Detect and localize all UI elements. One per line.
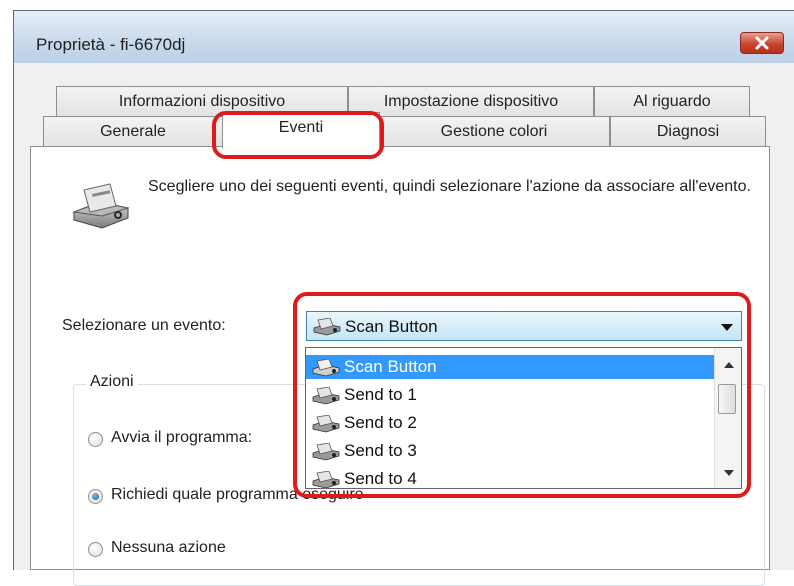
radio-avvia-programma[interactable] bbox=[88, 432, 103, 447]
radio-richiedi-programma[interactable] bbox=[88, 489, 103, 504]
dropdown-highlight bbox=[293, 292, 751, 498]
tab-gestione-colori[interactable]: Gestione colori bbox=[378, 116, 610, 146]
window-title: Proprietà - fi-6670dj bbox=[36, 35, 186, 54]
title-bar[interactable]: Proprietà - fi-6670dj bbox=[14, 11, 794, 63]
close-button[interactable] bbox=[740, 32, 784, 54]
select-event-label: Selezionare un evento: bbox=[62, 317, 226, 334]
radio-nessuna-azione-label: Nessuna azione bbox=[111, 539, 226, 556]
events-description: Scegliere uno dei seguenti eventi, quind… bbox=[148, 178, 751, 195]
radio-nessuna-azione[interactable] bbox=[88, 542, 103, 557]
tab-diagnosi[interactable]: Diagnosi bbox=[610, 116, 766, 146]
close-icon bbox=[755, 36, 769, 50]
tab-generale[interactable]: Generale bbox=[43, 116, 223, 146]
tab-al-riguardo[interactable]: Al riguardo bbox=[594, 86, 750, 116]
scanner-icon bbox=[72, 183, 130, 229]
tab-impostazione-dispositivo[interactable]: Impostazione dispositivo bbox=[348, 86, 594, 116]
actions-group-title: Azioni bbox=[86, 373, 138, 391]
tab-highlight bbox=[212, 111, 384, 159]
radio-avvia-programma-label: Avvia il programma: bbox=[111, 429, 253, 446]
